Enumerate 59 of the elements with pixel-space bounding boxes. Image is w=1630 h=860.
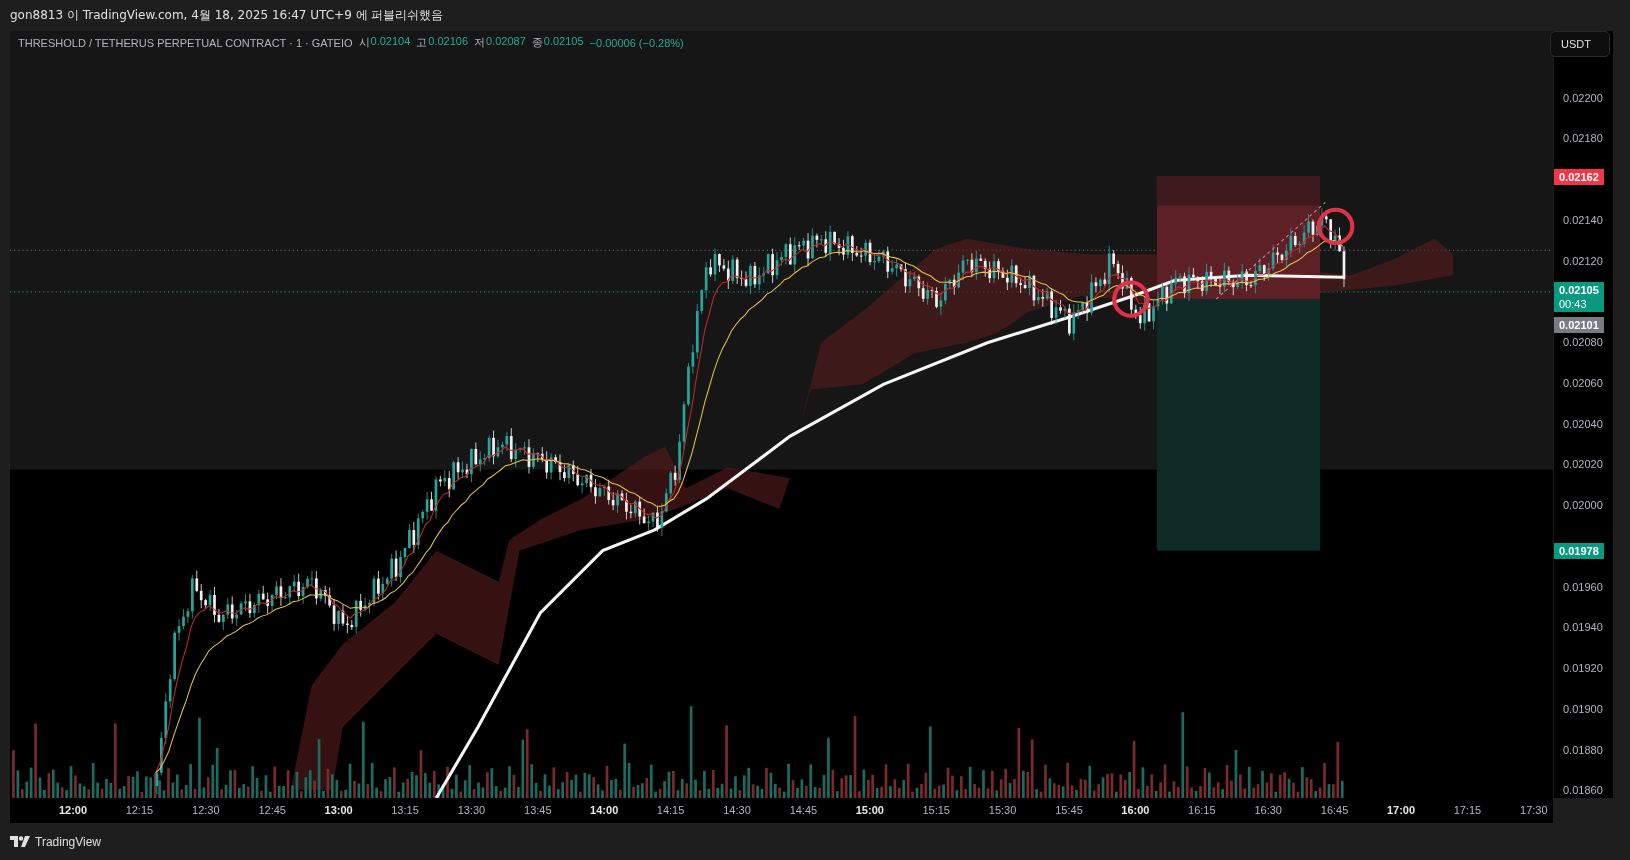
time-tick-label: 15:15 — [922, 804, 950, 816]
price-tick-label: 0.01900 — [1563, 702, 1603, 715]
currency-button[interactable]: USDT — [1550, 31, 1610, 57]
time-tick-label: 16:45 — [1320, 804, 1349, 816]
time-tick-label: 14:45 — [789, 804, 818, 816]
ohlc-label: 저 — [474, 35, 486, 50]
time-tick-label: 16:30 — [1254, 804, 1282, 816]
price-tick-label: 0.02140 — [1563, 213, 1603, 226]
time-tick-label: 14:30 — [723, 804, 751, 816]
time-tick-label: 15:30 — [988, 804, 1017, 816]
time-tick-label: 15:00 — [855, 804, 884, 816]
ohlc-value: 0.02087 — [486, 35, 526, 49]
circle-marker — [1316, 207, 1355, 246]
price-tick-label: 0.02060 — [1563, 376, 1603, 389]
time-tick-label: 14:00 — [590, 804, 619, 816]
ohlc-value: 0.02104 — [370, 35, 411, 49]
ohlc-value: 0.02106 — [428, 35, 469, 49]
time-tick-label: 16:15 — [1188, 804, 1216, 816]
price-tick-label: 0.02200 — [1563, 91, 1603, 104]
price-tick-label: 0.01880 — [1563, 743, 1603, 756]
price-tick-label: 0.01920 — [1563, 662, 1603, 674]
time-tick-label: 13:00 — [324, 804, 353, 816]
price-tick-label: 0.02080 — [1563, 336, 1603, 348]
price-tick-label: 0.02000 — [1563, 499, 1603, 511]
time-tick-label: 14:15 — [656, 804, 685, 816]
time-tick-label: 15:45 — [1055, 804, 1083, 816]
time-tick-label: 12:45 — [258, 804, 286, 816]
time-tick-label: 13:15 — [391, 804, 419, 816]
time-tick-label: 13:30 — [457, 804, 486, 816]
price-badge: 0.02105 00:43 — [1554, 282, 1604, 312]
time-tick-label: 17:30 — [1520, 804, 1548, 816]
price-tick-label: 0.02180 — [1563, 132, 1603, 145]
time-tick-label: 12:00 — [58, 804, 88, 816]
price-badge: 0.01978 — [1554, 543, 1604, 559]
ohlc-label: 시 — [358, 35, 370, 50]
time-tick-label: 12:30 — [192, 804, 220, 816]
time-tick-label: 16:00 — [1121, 804, 1150, 816]
ohlc-label: 고 — [416, 35, 428, 50]
price-badge: 0.02101 — [1554, 317, 1604, 333]
logo-icon — [10, 836, 30, 847]
price-change: −0.00006 (−0.28%) — [589, 36, 684, 49]
time-tick-label: 13:45 — [524, 804, 552, 816]
time-tick-label: 17:00 — [1386, 804, 1416, 816]
price-tick-label: 0.01940 — [1563, 621, 1603, 634]
price-badge: 0.02162 — [1554, 168, 1604, 185]
price-tick-label: 0.02020 — [1563, 458, 1603, 471]
price-tick-label: 0.02040 — [1563, 417, 1603, 430]
ohlc-label: 종 — [531, 35, 543, 50]
price-tick-label: 0.01960 — [1563, 580, 1603, 593]
price-tick-label: 0.01860 — [1563, 784, 1603, 797]
time-tick-label: 12:15 — [125, 804, 154, 816]
countdown-timer: 00:43 — [1559, 297, 1588, 311]
publish-note: gon8813 이 TradingView.com, 4월 18, 2025 16:47 UTC+9 에 퍼블리쉬했음 — [10, 7, 444, 24]
price-tick-label: 0.02120 — [1563, 254, 1603, 267]
symbol-title: THRESHOLD / TETHERUS PERPETUAL CONTRACT · 1 · GATEIO — [18, 36, 353, 49]
circle-marker — [1112, 280, 1150, 318]
time-tick-label: 17:15 — [1453, 804, 1482, 816]
brand-name: TradingView — [35, 834, 102, 849]
ohlc-value: 0.02105 — [543, 35, 584, 49]
